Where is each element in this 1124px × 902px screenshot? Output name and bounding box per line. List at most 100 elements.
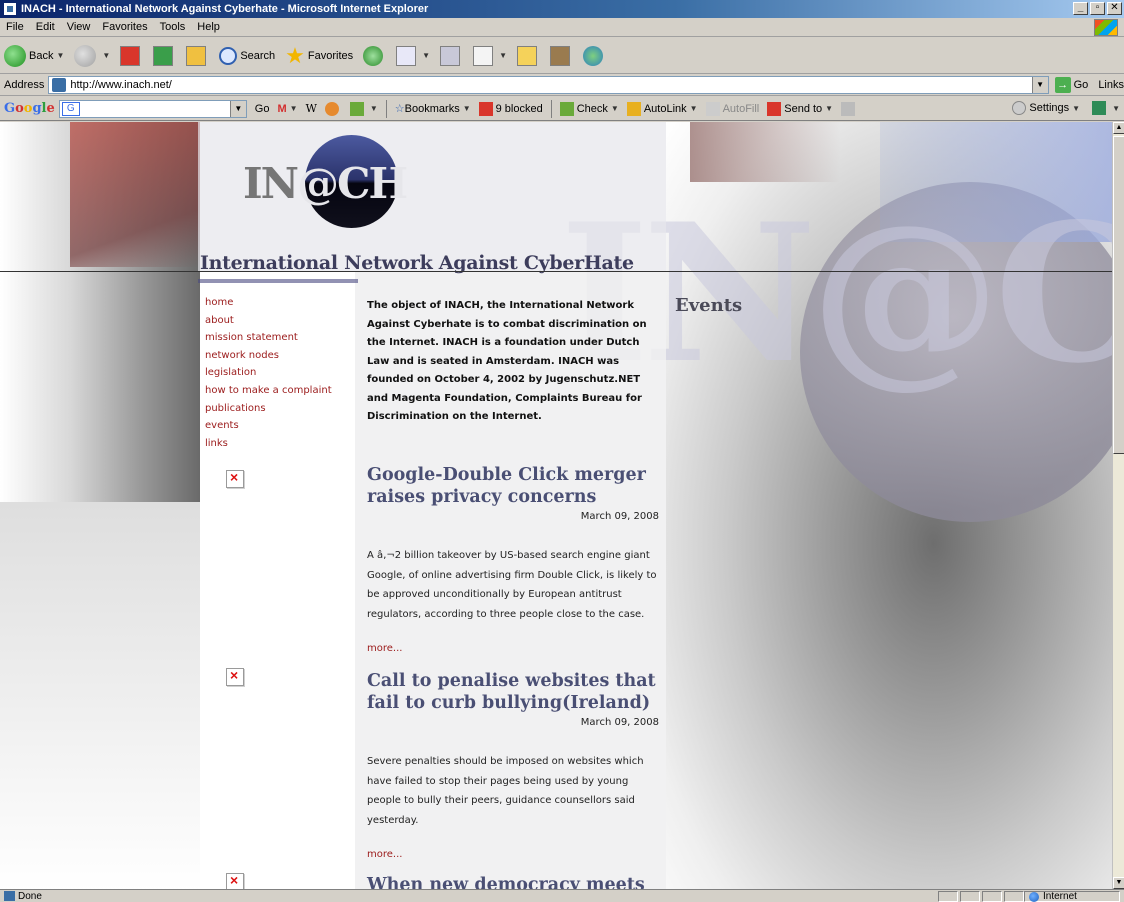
address-input[interactable]: http://www.inach.net/ ▼ (48, 76, 1049, 94)
page-done-icon (4, 891, 15, 901)
spellcheck-button[interactable]: Check ▼ (559, 101, 619, 116)
refresh-button[interactable] (153, 45, 176, 66)
news-title[interactable]: Google-Double Click merger raises privac… (367, 464, 659, 508)
news-item: Call to penalise websites that fail to c… (367, 670, 659, 860)
address-url[interactable]: http://www.inach.net/ (70, 79, 172, 91)
google-logo[interactable]: Google (4, 101, 55, 116)
go-label: Go (1073, 79, 1089, 91)
menu-favorites[interactable]: Favorites (102, 21, 147, 33)
scrollbar-thumb[interactable] (1113, 136, 1124, 454)
news-more-link[interactable]: more... (367, 643, 659, 654)
menu-file[interactable]: File (6, 21, 24, 33)
address-dropdown-icon[interactable]: ▼ (1031, 77, 1048, 93)
research-button[interactable] (550, 45, 573, 66)
links-button[interactable]: Links (1098, 79, 1124, 91)
minimize-button[interactable]: _ (1073, 2, 1088, 15)
spiral-button[interactable] (324, 101, 342, 116)
status-pane (982, 891, 1002, 902)
bookmarks-label: Bookmarks (404, 102, 460, 115)
left-background-fade (0, 502, 200, 889)
scroll-up-arrow-icon[interactable]: ▲ (1113, 122, 1124, 134)
security-zone[interactable]: Internet (1024, 891, 1120, 902)
search-button[interactable]: Search (219, 46, 275, 65)
nav-link-publications[interactable]: publications (205, 400, 332, 418)
close-button[interactable]: ✕ (1107, 2, 1122, 15)
status-pane (938, 891, 958, 902)
pencil-icon (841, 101, 856, 116)
favorites-star-icon: ★ (285, 42, 305, 68)
vertical-scrollbar[interactable]: ▲ ▼ (1112, 122, 1124, 889)
autofill-button[interactable]: AutoFill (705, 101, 760, 116)
settings-button[interactable]: Settings (1029, 102, 1069, 114)
gmail-button[interactable]: M ▼ (277, 103, 297, 115)
google-go-label: Go (254, 102, 270, 115)
ie-app-icon (3, 2, 17, 16)
nav-link-mission-statement[interactable]: mission statement (205, 329, 332, 347)
sidewiki-button[interactable]: ▼ (349, 101, 378, 116)
folder-button[interactable] (517, 45, 540, 66)
news-more-link[interactable]: more... (367, 849, 659, 860)
nav-link-events[interactable]: events (205, 417, 332, 435)
google-search-input[interactable]: G ▼ (58, 99, 247, 118)
folder-icon (517, 45, 537, 66)
google-settings-area: Settings ▼ ▼ (1012, 101, 1120, 115)
edit-button[interactable]: ▼ (473, 45, 507, 66)
translate-icon[interactable] (1092, 101, 1107, 115)
pencil-button[interactable] (841, 101, 858, 116)
check-label: Check (576, 102, 608, 115)
history-button[interactable] (363, 45, 386, 66)
send-to-icon (767, 101, 782, 116)
back-button[interactable]: Back ▼ (4, 44, 64, 67)
send-to-button[interactable]: Send to ▼ (767, 101, 833, 116)
mail-dropdown-icon[interactable]: ▼ (422, 51, 430, 60)
menu-bar: File Edit View Favorites Tools Help (0, 18, 1124, 37)
status-panes (938, 891, 1024, 902)
wikipedia-button[interactable]: W (306, 102, 317, 115)
header-divider (0, 271, 1112, 272)
nav-link-network-nodes[interactable]: network nodes (205, 347, 332, 365)
page-viewport: IN@CH IN@CH International Network Agains… (0, 122, 1112, 889)
back-dropdown-icon[interactable]: ▼ (56, 51, 64, 60)
nav-link-legislation[interactable]: legislation (205, 364, 332, 382)
status-pane (960, 891, 980, 902)
mail-button[interactable]: ▼ (396, 45, 430, 66)
print-button[interactable] (440, 45, 463, 66)
nav-link-about[interactable]: about (205, 312, 332, 330)
google-go-button[interactable]: Go (255, 103, 270, 115)
blocked-label: 9 blocked (495, 102, 543, 115)
nav-link-how-to-complain[interactable]: how to make a complaint (205, 382, 332, 400)
window-title-bar: INACH - International Network Against Cy… (0, 0, 1124, 18)
menu-edit[interactable]: Edit (36, 21, 55, 33)
news-title[interactable]: Call to penalise websites that fail to c… (367, 670, 659, 714)
popup-blocker-button[interactable]: 9 blocked (478, 101, 543, 116)
nav-link-home[interactable]: home (205, 294, 332, 312)
stop-button[interactable] (120, 45, 143, 66)
address-bar: Address http://www.inach.net/ ▼ → Go Lin… (0, 75, 1124, 96)
inach-logo[interactable]: IN@CH (243, 135, 408, 230)
menu-tools[interactable]: Tools (160, 21, 186, 33)
edit-icon (473, 45, 494, 66)
forward-button[interactable]: ▼ (74, 44, 110, 67)
google-search-dropdown-icon[interactable]: ▼ (229, 100, 246, 117)
autolink-button[interactable]: AutoLink ▼ (626, 101, 698, 116)
research-icon (550, 45, 570, 66)
edit-dropdown-icon[interactable]: ▼ (499, 51, 507, 60)
google-g-icon: G (61, 101, 80, 116)
news-title[interactable]: When new democracy meets (367, 874, 659, 889)
windows-logo-icon (1094, 19, 1118, 36)
wikipedia-icon: W (305, 102, 317, 115)
menu-view[interactable]: View (67, 21, 91, 33)
home-button[interactable] (186, 45, 209, 66)
favorites-button[interactable]: ★ Favorites (285, 43, 353, 69)
scroll-down-arrow-icon[interactable]: ▼ (1113, 877, 1124, 889)
messenger-button[interactable] (583, 45, 606, 66)
maximize-button[interactable]: ▫ (1090, 2, 1105, 15)
nav-link-links[interactable]: links (205, 435, 332, 453)
bookmarks-button[interactable]: ☆ Bookmarks ▼ (395, 102, 471, 116)
menu-help[interactable]: Help (197, 21, 220, 33)
autofill-label: AutoFill (722, 102, 760, 115)
news-date: March 09, 2008 (580, 717, 659, 728)
forward-dropdown-icon[interactable]: ▼ (102, 51, 110, 60)
go-button[interactable]: → Go (1054, 77, 1089, 93)
standard-toolbar: Back ▼ ▼ Search ★ Favorites ▼ ▼ (0, 38, 1124, 74)
